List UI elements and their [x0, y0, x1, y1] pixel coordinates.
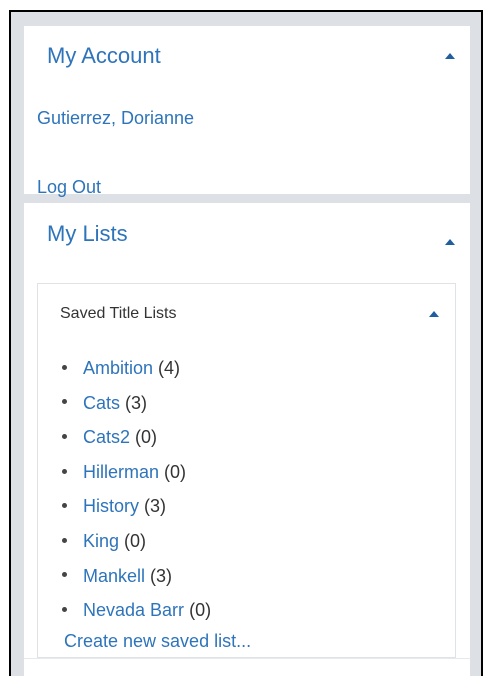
list-item: Ambition (4) — [62, 351, 211, 386]
list-item: King (0) — [62, 524, 211, 559]
list-item: Cats2 (0) — [62, 420, 211, 455]
next-panel-edge — [24, 658, 470, 679]
saved-title-lists-title[interactable]: Saved Title Lists — [60, 304, 177, 324]
log-out-link[interactable]: Log Out — [37, 176, 101, 198]
bullet-icon — [62, 433, 67, 439]
create-saved-list-link[interactable]: Create new saved list... — [64, 630, 251, 652]
saved-list-count: (4) — [158, 358, 181, 378]
list-item: Nevada Barr (0) — [62, 593, 211, 628]
collapse-lists-caret-icon[interactable] — [445, 239, 455, 245]
saved-title-lists-panel: Saved Title Lists Ambition (4) Cats (3) Ca… — [37, 283, 456, 658]
saved-list-link[interactable]: History — [83, 496, 139, 516]
saved-list-link[interactable]: Nevada Barr — [83, 600, 184, 620]
saved-list-link[interactable]: Ambition — [83, 358, 153, 378]
bullet-icon — [62, 503, 67, 509]
saved-list-link[interactable]: Cats2 — [83, 427, 130, 447]
saved-list-link[interactable]: Hillerman — [83, 462, 159, 482]
saved-list-count: (0) — [124, 530, 147, 551]
sidebar-frame: My Account Gutierrez, Dorianne Log Out M… — [9, 10, 483, 679]
my-lists-title[interactable]: My Lists — [47, 221, 128, 247]
bullet-icon — [62, 537, 67, 543]
saved-list-count: (0) — [164, 461, 187, 482]
my-account-title[interactable]: My Account — [47, 43, 161, 69]
saved-list-count: (3) — [144, 496, 167, 517]
saved-list-link[interactable]: Mankell — [83, 566, 145, 586]
bullet-icon — [62, 572, 67, 578]
saved-list-count: (3) — [125, 392, 148, 413]
saved-list-count: (0) — [189, 600, 212, 621]
bullet-icon — [62, 364, 67, 370]
list-item: Mankell (3) — [62, 559, 211, 594]
list-item: History (3) — [62, 489, 211, 524]
saved-list-link[interactable]: Cats — [83, 393, 120, 413]
my-account-panel: My Account Gutierrez, Dorianne Log Out — [24, 26, 470, 197]
account-user-link[interactable]: Gutierrez, Dorianne — [37, 107, 194, 129]
saved-list-link[interactable]: King — [83, 531, 119, 551]
list-item: Hillerman (0) — [62, 455, 211, 490]
my-lists-panel: My Lists Saved Title Lists Ambition (4) C… — [24, 203, 470, 678]
collapse-saved-lists-caret-icon[interactable] — [429, 311, 439, 317]
saved-list-count: (3) — [150, 565, 173, 586]
collapse-account-caret-icon[interactable] — [445, 53, 455, 59]
bullet-icon — [62, 468, 67, 474]
list-item: Cats (3) — [62, 386, 211, 421]
saved-lists-list: Ambition (4) Cats (3) Cats2 (0) Hillerman (… — [62, 351, 211, 628]
bullet-icon — [62, 399, 67, 405]
saved-list-count: (0) — [135, 427, 158, 448]
bullet-icon — [62, 606, 67, 612]
